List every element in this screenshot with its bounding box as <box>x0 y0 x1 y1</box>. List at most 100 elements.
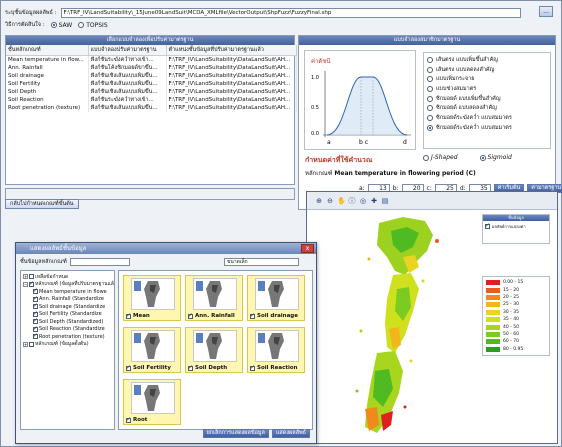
layer-thumbnail[interactable]: Soil drainage <box>247 275 305 321</box>
legend-swatch <box>486 280 500 286</box>
result-dialog: แสดงผลลัพธ์ชั้นข้อมูล x ชั้นข้อมูลหลักเก… <box>15 242 317 444</box>
shape-sigmoid-label: Sigmoid <box>487 154 512 161</box>
tree-node-label: Ann. Rainfall (Standardize <box>39 296 104 303</box>
thumbnail-map-image <box>255 278 299 310</box>
thumbnail-checkbox[interactable] <box>250 364 255 371</box>
thumbnail-checkbox[interactable] <box>126 364 131 371</box>
expand-icon[interactable]: + <box>23 274 28 280</box>
tree-node[interactable]: + หลักเกณฑ์ (ข้อมูลตั้งต้น) <box>23 341 112 349</box>
table-row[interactable]: Soil Reaction ฟังก์ชันระฆังคว่ำทางเข้า...… <box>6 96 297 104</box>
column-header[interactable]: ตำแหน่งชั้นข้อมูลที่ปรับค่ามาตรฐานแล้ว <box>166 45 297 56</box>
layer-item[interactable]: ผลลัพธ์การแปลงค่า <box>483 221 549 232</box>
tree-checkbox[interactable] <box>33 325 38 332</box>
close-icon[interactable]: x <box>301 244 314 253</box>
shape-sigmoid-radio[interactable]: Sigmoid <box>479 154 512 161</box>
layer-combo[interactable] <box>69 258 130 266</box>
full-extent-icon[interactable]: ◎ <box>359 197 367 205</box>
table-cell: Mean temperature in flow... <box>6 55 89 64</box>
tree-node-label: Soil Depth (Standardized) <box>39 318 104 325</box>
layer-thumbnail[interactable]: Soil Reaction <box>247 327 305 373</box>
tree-checkbox[interactable] <box>29 341 34 347</box>
output-path-input[interactable]: F:\TRF_IV\LandSuitability\_15June09LandS… <box>60 7 521 18</box>
table-cell: F:\TRF_IV\LandSuitability\DataLandSuit\A… <box>166 96 297 104</box>
thumbnail-grid: Mean Ann. Rainfall Soil drainage Soil Ferti… <box>118 270 313 430</box>
table-row[interactable]: Ann. Rainfall ฟังก์ชันโค้งซิกมอยด์ขาขึ้น.… <box>6 64 297 72</box>
expand-icon[interactable]: + <box>23 341 28 347</box>
membership-option[interactable]: ซิกมอยด์ แบบเพิ่มขึ้นสำคัญ <box>427 94 547 104</box>
layer-thumbnail[interactable]: Root <box>123 379 181 425</box>
thumbnail-map-image <box>131 330 175 362</box>
tree-checkbox[interactable] <box>33 310 38 317</box>
table-row[interactable]: Root penetration (texture) ฟังก์ชันเชิงเส… <box>6 104 297 112</box>
method-topsis-radio[interactable]: TOPSIS <box>78 22 108 29</box>
column-header[interactable]: ชั้นหลักเกณฑ์ <box>6 45 89 56</box>
membership-option[interactable]: แบบเพิ่มกระจาย <box>427 74 547 84</box>
thumbnail-checkbox[interactable] <box>188 364 193 371</box>
plot-ylabel: ค่าดัชนี <box>311 57 330 65</box>
thumbnail-map-image <box>255 330 299 362</box>
tree-checkbox[interactable] <box>33 295 38 302</box>
expand-icon[interactable]: − <box>23 281 28 287</box>
show-results-button[interactable]: แสดงผลลัพธ์ <box>271 429 310 438</box>
thumb-size-select[interactable]: ขนาดเล็ก <box>224 258 299 266</box>
layer-thumbnail[interactable]: Soil Depth <box>185 327 243 373</box>
table-cell: ฟังก์ชันเชิงเส้นแบบเพิ่มขึ้น... <box>88 104 167 112</box>
thumbnail-checkbox[interactable] <box>126 416 131 423</box>
browse-button[interactable]: ... <box>539 6 553 17</box>
table-row[interactable]: Soil drainage ฟังก์ชันเชิงเส้นแบบเพิ่มขึ้… <box>6 72 297 80</box>
membership-option[interactable]: เส้นตรง แบบลดลงสำคัญ <box>427 65 547 75</box>
table-cell: Soil Depth <box>6 88 89 96</box>
tree-node-label: หลักเกณฑ์ (ข้อมูลที่ปรับมาตรฐานแล้ว) <box>35 281 115 288</box>
legend-label: 25 - 30 <box>503 302 519 308</box>
layer-thumbnail[interactable]: Soil Fertility <box>123 327 181 373</box>
membership-option[interactable]: ซิกมอยด์ระฆังคว่ำ แบบสมมาตร <box>427 113 547 123</box>
plot-ytick: 0.0 <box>311 131 319 137</box>
layer-combo-label: ชั้นข้อมูลหลักเกณฑ์ <box>20 259 67 265</box>
output-path-row: ระบุชั้นข้อมูลผลลัพธ์ : F:\TRF_IV\LandSu… <box>5 7 521 18</box>
thumbnail-caption: Ann. Rainfall <box>188 312 235 319</box>
membership-option[interactable]: แบบช่วงสมมาตร <box>427 84 547 94</box>
add-layer-icon[interactable]: ✚ <box>370 197 378 205</box>
pan-icon[interactable]: ✋ <box>337 197 346 205</box>
tree-checkbox[interactable] <box>33 332 38 340</box>
zoom-out-icon[interactable]: ⊖ <box>326 197 334 205</box>
attribute-table: ชั้นหลักเกณฑ์ แบบจำลองปรับค่ามาตรฐาน ตำแ… <box>6 45 297 112</box>
thumbnail-checkbox[interactable] <box>250 312 255 319</box>
back-to-criteria-button[interactable]: กลับไปกำหนดเกณฑ์ขั้นต้น <box>5 199 79 209</box>
radio-dot-icon <box>427 95 433 102</box>
table-row[interactable]: Soil Fertility ฟังก์ชันเชิงเส้นแบบเพิ่มขึ… <box>6 80 297 88</box>
layer-thumbnail[interactable]: Ann. Rainfall <box>185 275 243 321</box>
membership-option[interactable]: เส้นตรง แบบเพิ่มขึ้นสำคัญ <box>427 55 547 65</box>
thumbnail-checkbox[interactable] <box>188 312 193 319</box>
method-saw-radio[interactable]: SAW <box>50 22 72 29</box>
layer-thumbnail[interactable]: Mean <box>123 275 181 321</box>
table-cell: Soil Reaction <box>6 96 89 104</box>
criterion-label: หลักเกณฑ์ <box>305 170 333 177</box>
tree-checkbox[interactable] <box>33 317 38 325</box>
tree-checkbox[interactable] <box>33 302 38 310</box>
table-cell: ฟังก์ชันระฆังคว่ำทางเข้า... <box>88 96 167 104</box>
zoom-in-icon[interactable]: ⊕ <box>315 197 323 205</box>
tree-checkbox[interactable] <box>29 280 34 287</box>
table-row[interactable]: Soil Depth ฟังก์ชันเชิงเส้นแบบเพิ่มขึ้น..… <box>6 88 297 96</box>
membership-option[interactable]: ซิกมอยด์ระฆังคว่ำ แบบสมมาตร <box>427 123 547 133</box>
table-row[interactable]: Mean temperature in flow... ฟังก์ชันระฆัง… <box>6 55 297 64</box>
layers-icon[interactable]: ▤ <box>381 197 389 205</box>
shape-jshaped-radio[interactable]: J-Shaped <box>423 154 458 161</box>
tree-checkbox[interactable] <box>33 287 38 295</box>
result-dialog-title-text: แสดงผลลัพธ์ชั้นข้อมูล <box>30 245 87 252</box>
column-header[interactable]: แบบจำลองปรับค่ามาตรฐาน <box>88 45 167 56</box>
radio-dot-icon <box>50 22 57 28</box>
tree-checkbox[interactable] <box>29 274 34 280</box>
attribute-table-header: ชั้นหลักเกณฑ์ แบบจำลองปรับค่ามาตรฐาน ตำแ… <box>6 45 297 56</box>
legend-swatch <box>486 294 500 300</box>
info-icon[interactable]: ⓘ <box>348 197 356 205</box>
legend-entry: 40 - 50 <box>486 323 546 330</box>
criterion-line: หลักเกณฑ์ Mean temperature in flowering … <box>305 168 476 178</box>
membership-option[interactable]: ซิกมอยด์ แบบลดลงสำคัญ <box>427 103 547 113</box>
legend-swatch <box>486 302 500 308</box>
cancel-display-button[interactable]: ยกเลิกการแสดงผลข้อมูล <box>202 429 269 438</box>
result-dialog-title: แสดงผลลัพธ์ชั้นข้อมูล x <box>16 243 316 254</box>
layer-visibility-checkbox[interactable] <box>485 222 490 229</box>
thumbnail-checkbox[interactable] <box>126 312 131 319</box>
